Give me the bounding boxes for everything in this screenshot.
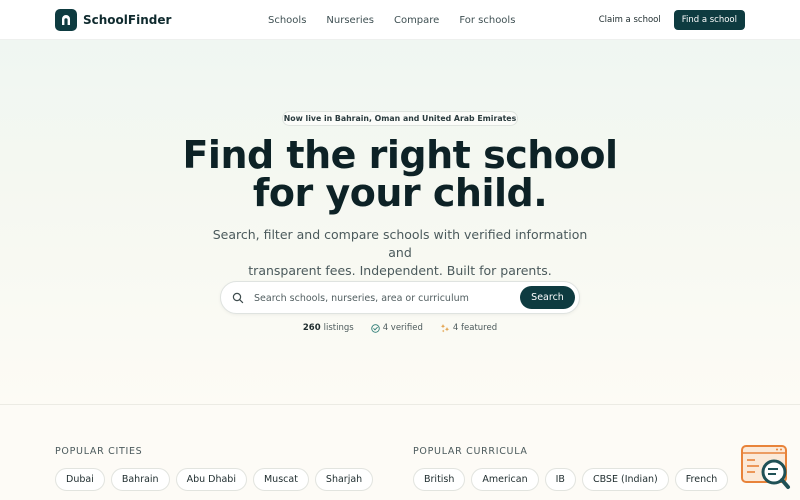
search-icon <box>232 292 244 304</box>
subhead-line-2: transparent fees. Independent. Built for… <box>248 263 552 278</box>
page-title: Find the right school for your child. <box>0 136 800 212</box>
hero-subheading: Search, filter and compare schools with … <box>200 226 600 280</box>
nav-for-schools[interactable]: For schools <box>459 15 515 26</box>
search-bar: Search <box>220 281 580 314</box>
verified-icon <box>370 323 380 333</box>
claim-school-link[interactable]: Claim a school <box>599 15 661 25</box>
city-chip-sharjah[interactable]: Sharjah <box>314 468 374 491</box>
header-actions: Claim a school Find a school <box>599 0 745 40</box>
featured-icon <box>440 324 450 333</box>
curriculum-chip-ib[interactable]: IB <box>544 468 576 491</box>
popular-curricula-title: POPULAR CURRICULA <box>413 446 528 457</box>
city-chip-abu-dhabi[interactable]: Abu Dhabi <box>175 468 247 491</box>
curriculum-chip-american[interactable]: American <box>471 468 539 491</box>
curriculum-chip-french[interactable]: French <box>674 468 729 491</box>
section-divider <box>0 404 800 405</box>
city-chip-dubai[interactable]: Dubai <box>55 468 105 491</box>
curriculum-chip-british[interactable]: British <box>413 468 466 491</box>
headline-line-2: for your child. <box>252 171 548 215</box>
stat-verified: 4 verified <box>370 323 423 333</box>
listings-label: listings <box>323 323 354 333</box>
listings-count: 260 <box>302 323 321 333</box>
subhead-line-1: Search, filter and compare schools with … <box>212 227 588 260</box>
availability-badge: Now live in Bahrain, Oman and United Ara… <box>282 111 518 126</box>
logo-icon <box>55 8 77 31</box>
brand[interactable]: SchoolFinder <box>55 8 172 31</box>
top-header: SchoolFinder Schools Nurseries Compare F… <box>0 0 800 40</box>
curriculum-chip-cbse[interactable]: CBSE (Indian) <box>581 468 669 491</box>
listing-stats: 260 listings 4 verified 4 featured <box>0 323 800 333</box>
main-nav: Schools Nurseries Compare For schools <box>268 0 515 40</box>
city-chip-bahrain[interactable]: Bahrain <box>110 468 170 491</box>
stat-listings: 260 listings <box>303 323 354 333</box>
brand-name: SchoolFinder <box>83 12 172 27</box>
nav-nurseries[interactable]: Nurseries <box>326 15 374 26</box>
city-chip-muscat[interactable]: Muscat <box>252 468 309 491</box>
popular-curricula-list: British American IB CBSE (Indian) French <box>413 468 729 491</box>
find-school-button[interactable]: Find a school <box>673 10 745 30</box>
nav-schools[interactable]: Schools <box>268 15 306 26</box>
help-widget-icon[interactable] <box>741 445 791 490</box>
popular-cities-list: Dubai Bahrain Abu Dhabi Muscat Sharjah <box>55 468 374 491</box>
nav-compare[interactable]: Compare <box>394 15 439 26</box>
popular-cities-title: POPULAR CITIES <box>55 446 143 457</box>
verified-count: 4 verified <box>382 323 423 333</box>
stat-featured: 4 featured <box>440 323 497 333</box>
featured-count: 4 featured <box>452 323 498 333</box>
search-button[interactable]: Search <box>520 286 575 309</box>
search-input[interactable] <box>254 289 514 307</box>
